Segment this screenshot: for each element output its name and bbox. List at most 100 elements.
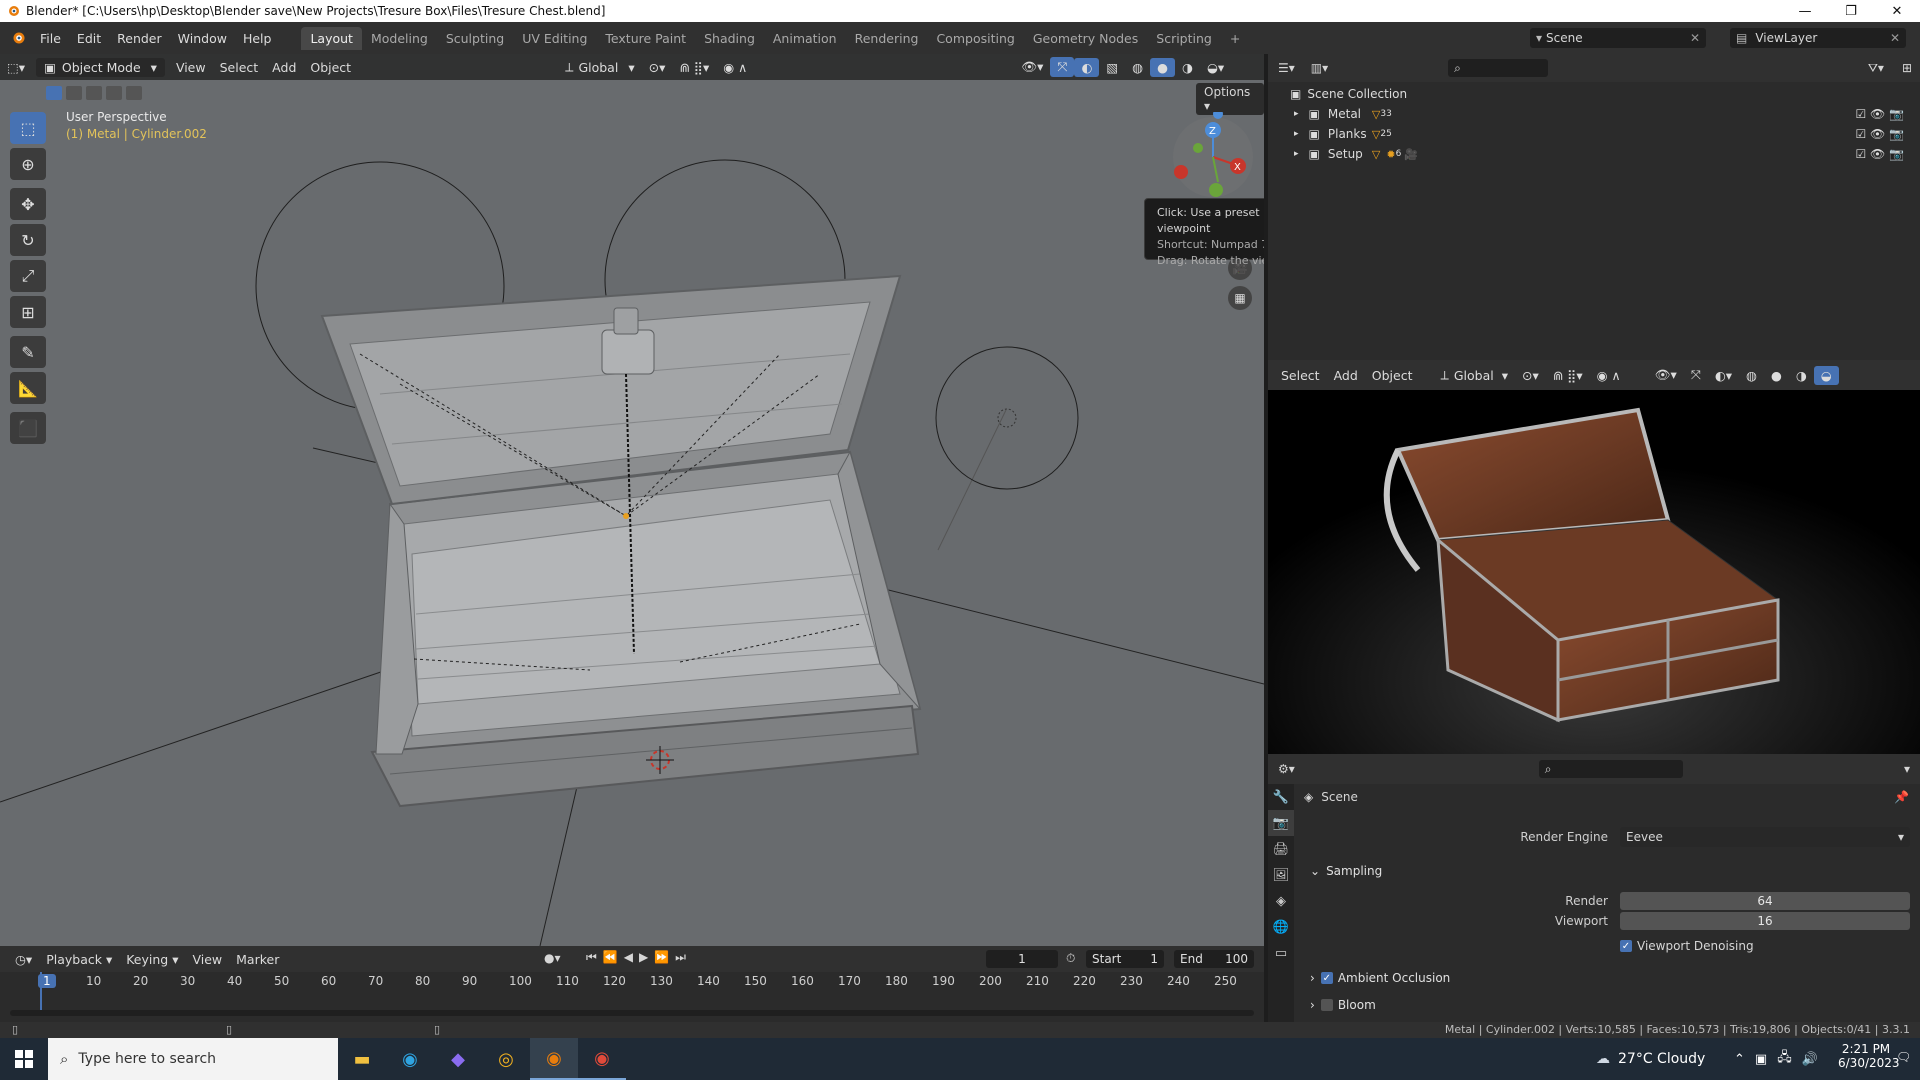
add-workspace-icon[interactable]: +	[1221, 27, 1249, 50]
render-tab-icon[interactable]: 📷	[1268, 810, 1294, 836]
outliner-row-setup[interactable]: ▸ ▣ Setup ▽ ✹ 6 🎥 ☑ 👁 📷	[1268, 144, 1920, 164]
editor-type-icon[interactable]: ⬚▾	[0, 58, 32, 77]
tab-uv-editing[interactable]: UV Editing	[513, 27, 596, 50]
windows-start-icon[interactable]	[0, 1038, 48, 1080]
bloom-panel-header[interactable]: › Bloom	[1310, 998, 1376, 1012]
playhead-line[interactable]	[40, 972, 42, 1010]
app-icon[interactable]: ◆	[434, 1038, 482, 1080]
remove-viewlayer-icon[interactable]: ✕	[1890, 31, 1900, 45]
tab-sculpting[interactable]: Sculpting	[437, 27, 513, 50]
snap-icon[interactable]: ⋒ ⣿▾	[672, 58, 716, 77]
new-collection-icon[interactable]: ⊞	[1902, 61, 1912, 75]
pivot-icon[interactable]: ⊙▾	[642, 58, 673, 77]
menu-keying[interactable]: Keying ▾	[119, 950, 185, 969]
blender-taskbar-icon[interactable]: ◉	[530, 1038, 578, 1080]
proportional-edit-icon[interactable]: ◉ ∧	[1590, 366, 1628, 385]
clock-icon[interactable]: ⏱	[1066, 951, 1075, 966]
menu-help[interactable]: Help	[235, 31, 280, 46]
visibility-toggles[interactable]: ☑ 👁 📷	[1855, 147, 1904, 161]
mode-dropdown[interactable]: ▣ Object Mode ▾	[36, 57, 165, 77]
solid-shading-icon[interactable]: ●	[1150, 57, 1176, 77]
chrome-icon[interactable]: ◉	[578, 1038, 626, 1080]
preview-menu-select[interactable]: Select	[1274, 366, 1327, 385]
rendered-shading-icon[interactable]: ◒	[1813, 365, 1839, 385]
visibility-toggles[interactable]: ☑ 👁 📷	[1855, 107, 1904, 121]
start-frame-field[interactable]: Start 1	[1086, 950, 1164, 968]
tab-scripting[interactable]: Scripting	[1147, 27, 1221, 50]
checkbox-checked-icon[interactable]: ✓	[1320, 972, 1333, 984]
tab-shading[interactable]: Shading	[695, 27, 764, 50]
preview-orientation-dropdown[interactable]: ⟂ Global ▾	[1433, 365, 1515, 385]
move-tool[interactable]: ✥	[10, 188, 46, 220]
options-chevron-icon[interactable]: ▾	[1904, 762, 1910, 776]
weather-widget[interactable]: ☁ 27°C Cloudy	[1596, 1038, 1705, 1080]
measure-tool[interactable]: 📐	[10, 372, 46, 404]
outliner-row-planks[interactable]: ▸ ▣ Planks ▽ 25 ☑ 👁 📷	[1268, 124, 1920, 144]
close-button[interactable]: ✕	[1874, 0, 1920, 22]
tab-modeling[interactable]: Modeling	[362, 27, 437, 50]
output-tab-icon[interactable]: 🖨	[1268, 836, 1294, 862]
transform-tool[interactable]: ⊞	[10, 296, 46, 328]
timeline-ruler[interactable]: 1 10 20 30 40 50 60 70 80 90 100 110 120 130 140 150 160…	[0, 972, 1264, 1022]
tab-rendering[interactable]: Rendering	[846, 27, 928, 50]
preview-menu-object[interactable]: Object	[1365, 366, 1420, 385]
current-frame-field[interactable]: 1	[986, 950, 1058, 968]
tab-texture-paint[interactable]: Texture Paint	[596, 27, 695, 50]
outliner-editor-icon[interactable]: ☰▾	[1278, 61, 1295, 75]
pin-icon[interactable]: 📌	[1894, 790, 1909, 804]
snap-icon[interactable]: ⋒ ⣿▾	[1546, 366, 1590, 385]
menu-edit[interactable]: Edit	[69, 31, 109, 46]
chrome-canary-icon[interactable]: ◎	[482, 1038, 530, 1080]
timeline-editor-icon[interactable]: ◷▾	[8, 950, 39, 969]
collection-tab-icon[interactable]: ▭	[1268, 940, 1294, 966]
rotate-tool[interactable]: ↻	[10, 224, 46, 256]
properties-search-input[interactable]: ⌕	[1538, 760, 1683, 778]
annotate-tool[interactable]: ✎	[10, 336, 46, 368]
expand-icon[interactable]: ▸	[1294, 129, 1299, 139]
pin-icon[interactable]: ✕	[1690, 31, 1700, 45]
properties-editor-icon[interactable]: ⚙▾	[1278, 762, 1295, 776]
view-layer-tab-icon[interactable]: 🖼	[1268, 862, 1294, 888]
world-tab-icon[interactable]: 🌐	[1268, 914, 1294, 940]
xray-icon[interactable]: ▧	[1099, 58, 1125, 77]
menu-file[interactable]: File	[32, 31, 69, 46]
menu-timeline-view[interactable]: View	[185, 950, 229, 969]
end-frame-field[interactable]: End 100	[1174, 950, 1254, 968]
ambient-occlusion-panel-header[interactable]: › ✓ Ambient Occlusion	[1310, 971, 1450, 985]
viewport-denoising-checkbox[interactable]: ✓ Viewport Denoising	[1620, 939, 1754, 953]
taskbar-search-input[interactable]: ⌕ Type here to search	[48, 1038, 338, 1080]
ortho-toggle-icon[interactable]: ▦	[1228, 286, 1252, 310]
scene-tab-icon[interactable]: ◈	[1268, 888, 1294, 914]
solid-shading-icon[interactable]: ●	[1764, 366, 1789, 385]
filter-icon[interactable]: ⛛▾	[1868, 61, 1884, 76]
scale-tool[interactable]: ⤢	[10, 260, 46, 292]
blender-menu-icon[interactable]	[10, 30, 26, 46]
navigation-gizmo[interactable]: Z X	[1168, 112, 1258, 202]
visibility-icon[interactable]: 👁▾	[1648, 365, 1684, 385]
select-invert-icon[interactable]	[106, 86, 122, 100]
3d-viewport[interactable]: ⬚▾ ▣ Object Mode ▾ View Select Add Objec…	[0, 54, 1264, 946]
file-explorer-icon[interactable]: ▬	[338, 1038, 386, 1080]
gizmo-toggle-icon[interactable]: ⤧	[1684, 365, 1708, 385]
select-new-icon[interactable]	[46, 86, 62, 100]
wireframe-shading-icon[interactable]: ◍	[1125, 58, 1150, 77]
display-mode-icon[interactable]: ▥▾	[1311, 61, 1328, 75]
menu-window[interactable]: Window	[170, 31, 235, 46]
preview-menu-add[interactable]: Add	[1327, 366, 1365, 385]
menu-add[interactable]: Add	[265, 58, 303, 77]
system-tray[interactable]: ⌃ ▣ 🖧 🔊	[1734, 1038, 1818, 1080]
playback-controls[interactable]: ⏮⏪◀▶⏩⏭	[586, 950, 692, 965]
sampling-viewport-field[interactable]: 16	[1620, 912, 1910, 930]
menu-select[interactable]: Select	[213, 58, 266, 77]
viewlayer-selector[interactable]: ▤ ViewLayer ✕	[1730, 28, 1906, 48]
tab-animation[interactable]: Animation	[764, 27, 846, 50]
options-dropdown[interactable]: Options ▾	[1196, 83, 1264, 115]
material-shading-icon[interactable]: ◑	[1175, 58, 1200, 77]
gizmo-toggle-icon[interactable]: ⤧	[1050, 57, 1075, 77]
scene-collection-row[interactable]: ▣ Scene Collection	[1268, 84, 1920, 104]
pivot-icon[interactable]: ⊙▾	[1515, 366, 1546, 385]
select-box-tool[interactable]: ⬚	[10, 112, 46, 144]
scene-selector[interactable]: ▾ Scene ✕	[1530, 28, 1706, 48]
notifications-icon[interactable]: 🗨	[1896, 1050, 1911, 1064]
chevron-up-icon[interactable]: ⌃	[1734, 1052, 1745, 1067]
